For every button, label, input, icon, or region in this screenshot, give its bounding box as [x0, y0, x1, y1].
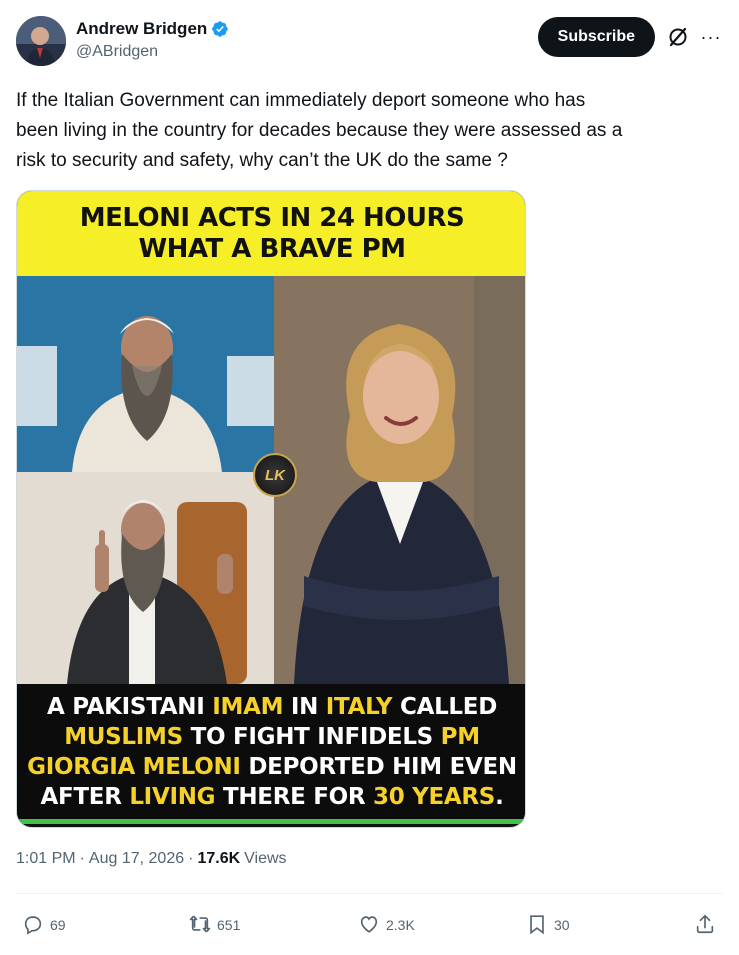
image-top-banner: MELONI ACTS IN 24 HOURS WHAT A BRAVE PM: [17, 191, 525, 276]
author-handle[interactable]: @ABridgen: [76, 43, 229, 61]
views-count: 17.6K: [197, 850, 241, 867]
image-bottom-banner: A PAKISTANI IMAM IN ITALY CALLED MUSLIMS…: [17, 684, 525, 824]
repost-icon: [189, 913, 211, 938]
caption-line-2: MUSLIMS TO FIGHT INFIDELS PM: [64, 723, 480, 750]
subscribe-button[interactable]: Subscribe: [537, 17, 655, 57]
tweet-header: Andrew Bridgen @ABridgen Subscribe ···: [16, 16, 723, 68]
author-block: Andrew Bridgen @ABridgen: [76, 19, 229, 61]
divider: [16, 893, 723, 894]
tweet-time[interactable]: 1:01 PM: [16, 850, 76, 868]
more-options-icon[interactable]: ···: [699, 25, 723, 49]
caption-line-3: GIORGIA MELONI DEPORTED HIM EVEN: [27, 753, 517, 780]
tweet-meta: 1:01 PM · Aug 17, 2026 · 17.6K Views: [16, 850, 287, 868]
views-label: Views: [244, 850, 287, 867]
tweet-media-image[interactable]: MELONI ACTS IN 24 HOURS WHAT A BRAVE PM: [16, 190, 526, 828]
bookmark-count: 30: [554, 917, 570, 933]
photo-imam-speaking: [17, 472, 274, 684]
like-button[interactable]: 2.3K: [358, 908, 415, 942]
bookmark-icon: [526, 913, 548, 938]
meta-separator: ·: [188, 850, 194, 867]
tweet-date[interactable]: Aug 17, 2026: [89, 850, 184, 868]
image-headline-line-1: MELONI ACTS IN 24 HOURS: [79, 202, 465, 233]
heart-icon: [358, 913, 380, 938]
reply-button[interactable]: 69: [22, 908, 66, 942]
grok-icon[interactable]: [666, 25, 690, 49]
like-count: 2.3K: [386, 917, 415, 933]
share-icon: [694, 913, 716, 938]
caption-line-4: AFTER LIVING THERE FOR 30 YEARS.: [40, 783, 504, 810]
author-name[interactable]: Andrew Bridgen: [76, 19, 207, 39]
share-button[interactable]: [694, 908, 716, 942]
lk-watermark-logo: LK: [253, 453, 297, 497]
reply-count: 69: [50, 917, 66, 933]
repost-button[interactable]: 651: [189, 908, 240, 942]
verified-badge-icon: [211, 20, 229, 38]
caption-line-1: A PAKISTANI IMAM IN ITALY CALLED: [47, 693, 497, 720]
tweet-text: If the Italian Government can immediatel…: [16, 90, 623, 171]
author-avatar[interactable]: [16, 16, 66, 66]
photo-imam-portrait: [17, 276, 274, 472]
image-headline-line-2: WHAT A BRAVE PM: [138, 233, 406, 264]
repost-count: 651: [217, 917, 241, 933]
photo-meloni: [274, 276, 525, 684]
meta-separator: ·: [79, 850, 85, 867]
tweet-actions-bar: 69 651 2.3K 30: [16, 908, 723, 942]
reply-icon: [22, 913, 44, 938]
bookmark-button[interactable]: 30: [526, 908, 570, 942]
